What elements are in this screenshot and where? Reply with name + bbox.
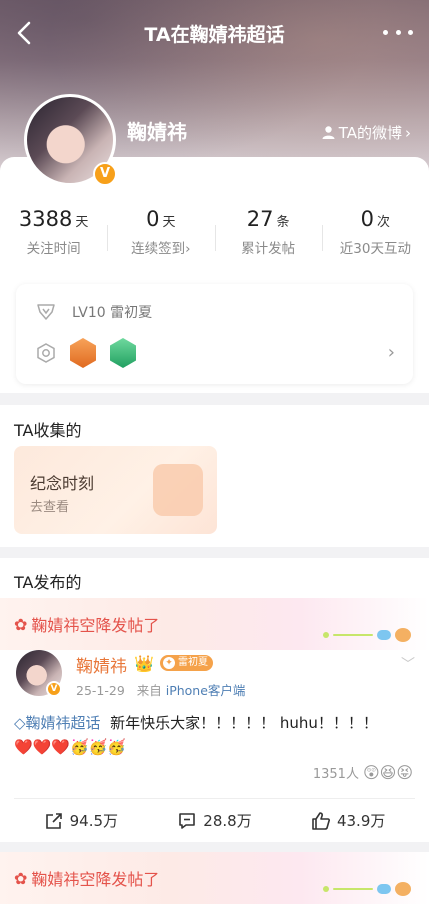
stat-checkin-days[interactable]: 0天 连续签到› <box>107 207 214 263</box>
stat-unit: 条 <box>276 215 290 230</box>
banner-decoration-icon <box>323 882 411 896</box>
stat-unit: 次 <box>377 215 391 230</box>
stat-label: 近30天互动 <box>339 241 411 257</box>
page-title: TA在鞠婧祎超话 <box>144 24 285 46</box>
banner-decoration-icon <box>323 628 411 642</box>
post-actions: 94.5万 28.8万 43.9万 <box>14 798 415 842</box>
banner-text-row: ✿ 鞠婧祎空降发帖了 <box>14 866 159 890</box>
fan-level-tag: ✦ 雷初夏 <box>160 655 213 671</box>
star-icon: ✿ <box>14 868 28 888</box>
banner-text: 鞠婧祎空降发帖了 <box>31 870 160 889</box>
fan-level-tag-label: 雷初夏 <box>178 657 208 668</box>
level-badges-card[interactable]: LV10 雷初夏 › <box>16 284 413 384</box>
stat-label: 关注时间 <box>26 241 81 257</box>
level-text: LV10 雷初夏 <box>72 305 153 321</box>
crown-icon: 👑 <box>134 654 154 673</box>
weibo-link-label: TA的微博 <box>338 124 402 142</box>
profile-name: 鞠婧祎 <box>127 120 187 144</box>
topic-link[interactable]: ◇鞠婧祎超话 <box>14 714 101 732</box>
reactions-summary[interactable]: 1351人 😲😆😝 <box>313 763 413 782</box>
medal-icon <box>37 343 55 363</box>
stat-unit: 天 <box>162 215 176 230</box>
orange-medal-icon[interactable] <box>70 338 96 368</box>
green-medal-icon[interactable] <box>110 338 136 368</box>
comment-button[interactable]: 28.8万 <box>148 810 282 831</box>
banner-text: 鞠婧祎空降发帖了 <box>31 616 160 635</box>
banner-text-row: ✿ 鞠婧祎空降发帖了 <box>14 612 159 636</box>
stat-unit: 天 <box>75 215 89 230</box>
like-icon <box>312 811 330 830</box>
stat-value: 0 <box>360 207 375 231</box>
section-title: TA收集的 <box>14 421 82 440</box>
post-text: 新年快乐大家！！！！！ huhu！！！！ <box>110 714 378 732</box>
card-action: 去查看 <box>30 500 70 515</box>
more-options-icon[interactable] <box>383 20 413 44</box>
diamond-icon: ◇ <box>14 714 26 732</box>
user-icon <box>322 126 335 139</box>
post-emojis: ❤️❤️❤️🥳🥳🥳 <box>14 738 127 756</box>
post-date: 25-1-29 <box>76 683 125 698</box>
topic-name: 鞠婧祎超话 <box>25 714 101 732</box>
post-source: iPhone客户端 <box>165 683 246 698</box>
share-button[interactable]: 94.5万 <box>14 810 148 831</box>
back-arrow-icon <box>17 21 31 45</box>
comment-icon <box>179 812 196 829</box>
card-title: 纪念时刻 <box>30 474 95 493</box>
stat-label: 累计发帖 <box>241 241 296 257</box>
stat-value: 27 <box>246 207 274 231</box>
author-name[interactable]: 鞠婧祎 <box>76 652 127 677</box>
stat-follow-days: 3388 天 关注时间 <box>0 207 107 263</box>
weibo-profile-link[interactable]: TA的微博 › <box>321 122 411 143</box>
source-prefix: 来自 <box>136 683 162 698</box>
stat-posts: 27 条 累计发帖 <box>214 207 322 263</box>
reaction-emojis-icon: 😲😆😝 <box>362 763 413 782</box>
stat-value: 0 <box>146 207 160 231</box>
chevron-right-icon: › <box>387 342 395 363</box>
stat-value: 3388 <box>18 207 73 231</box>
section-title: TA发布的 <box>14 573 82 592</box>
calendar-illustration-icon <box>153 464 203 516</box>
medal-row <box>36 338 136 368</box>
top-bar: TA在鞠婧祎超话 <box>0 0 429 66</box>
chevron-right-icon: › <box>405 123 411 142</box>
stat-label: 连续签到 <box>131 241 186 257</box>
comment-count: 28.8万 <box>203 812 252 830</box>
level-icon <box>37 304 55 320</box>
post-banner: ✿ 鞠婧祎空降发帖了 <box>0 598 429 650</box>
chevron-right-icon: › <box>185 241 191 257</box>
level-row: LV10 雷初夏 <box>36 302 152 322</box>
post-card[interactable]: ✿ 鞠婧祎空降发帖了 <box>0 852 429 906</box>
chevron-down-icon[interactable]: ﹀ <box>401 654 415 674</box>
like-button[interactable]: 43.9万 <box>281 810 415 831</box>
post-banner: ✿ 鞠婧祎空降发帖了 <box>0 852 429 904</box>
fan-level-icon: ✦ <box>163 657 175 669</box>
star-icon: ✿ <box>14 614 28 634</box>
verified-badge-icon: V <box>46 681 62 697</box>
stats-row: 3388 天 关注时间 0天 连续签到› 27 条 累计发帖 0次 近30天互动 <box>0 207 429 263</box>
post-content: ◇鞠婧祎超话 新年快乐大家！！！！！ huhu！！！！ ❤️❤️❤️🥳🥳🥳 <box>14 711 414 759</box>
back-button[interactable] <box>12 18 40 48</box>
posts-section-header: TA发布的 <box>0 558 429 598</box>
post-meta: 25-1-29 来自 iPhone客户端 <box>76 680 245 699</box>
verified-badge-icon: V <box>93 162 117 186</box>
stat-label-with-chevron: 连续签到› <box>107 237 214 257</box>
share-count: 94.5万 <box>69 812 119 830</box>
reaction-count: 1351人 <box>312 767 359 782</box>
share-icon <box>45 812 62 829</box>
stat-interactions: 0次 近30天互动 <box>321 207 429 263</box>
memorial-moment-card[interactable]: 纪念时刻 去查看 <box>14 446 217 534</box>
like-count: 43.9万 <box>336 812 386 830</box>
